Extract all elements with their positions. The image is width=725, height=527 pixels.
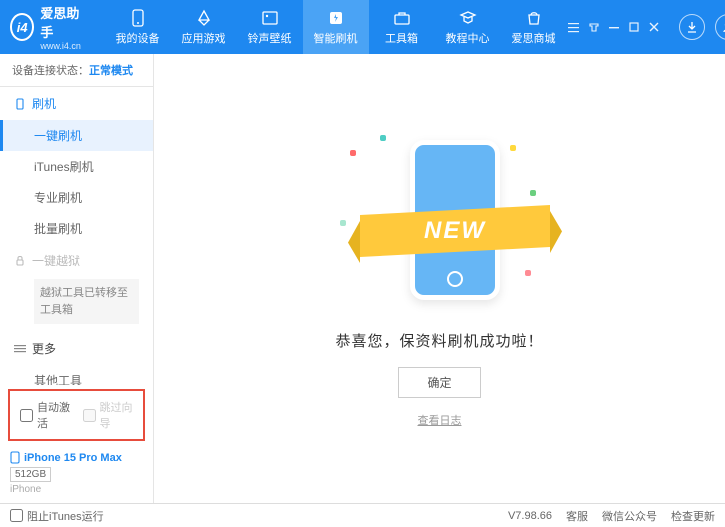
app-logo: i4 爱思助手 www.i4.cn bbox=[10, 3, 85, 51]
checkbox-skip-guide[interactable]: 跳过向导 bbox=[83, 399, 134, 431]
checkbox-auto-activate[interactable]: 自动激活 bbox=[20, 399, 71, 431]
sidebar: 设备连接状态：正常模式 刷机 一键刷机 iTunes刷机 专业刷机 批量刷机 一… bbox=[0, 54, 154, 503]
sidebar-item-batch-flash[interactable]: 批量刷机 bbox=[0, 213, 153, 244]
user-button[interactable] bbox=[715, 14, 725, 40]
app-url: www.i4.cn bbox=[40, 41, 84, 51]
lock-icon bbox=[14, 255, 26, 267]
sidebar-item-oneclick-flash[interactable]: 一键刷机 bbox=[0, 120, 153, 151]
device-icon bbox=[128, 9, 148, 27]
nav-apps[interactable]: 应用游戏 bbox=[171, 0, 237, 54]
nav-ringtones[interactable]: 铃声壁纸 bbox=[237, 0, 303, 54]
menu-icon[interactable] bbox=[567, 20, 581, 34]
close-icon[interactable] bbox=[647, 20, 661, 34]
nav-flash[interactable]: 智能刷机 bbox=[303, 0, 369, 54]
minimize-icon[interactable] bbox=[607, 20, 621, 34]
nav-toolbox[interactable]: 工具箱 bbox=[369, 0, 435, 54]
device-name[interactable]: iPhone 15 Pro Max bbox=[10, 451, 143, 464]
group-flash[interactable]: 刷机 bbox=[0, 87, 153, 120]
support-link[interactable]: 客服 bbox=[566, 508, 588, 524]
jailbreak-note: 越狱工具已转移至工具箱 bbox=[34, 279, 139, 324]
statusbar: 阻止iTunes运行 V7.98.66 客服 微信公众号 检查更新 bbox=[0, 503, 725, 527]
version-text: V7.98.66 bbox=[508, 510, 552, 522]
titlebar: i4 爱思助手 www.i4.cn 我的设备 应用游戏 铃声壁纸 智能刷机 工具… bbox=[0, 0, 725, 54]
tutorial-icon bbox=[458, 9, 478, 27]
sidebar-item-itunes-flash[interactable]: iTunes刷机 bbox=[0, 151, 153, 182]
group-more[interactable]: 更多 bbox=[0, 332, 153, 365]
connection-status: 设备连接状态：正常模式 bbox=[0, 54, 153, 87]
options-highlight-box: 自动激活 跳过向导 bbox=[8, 389, 145, 441]
success-message: 恭喜您，保资料刷机成功啦！ bbox=[335, 330, 543, 351]
apps-icon bbox=[194, 9, 214, 27]
nav-tutorials[interactable]: 教程中心 bbox=[435, 0, 501, 54]
group-jailbreak[interactable]: 一键越狱 bbox=[0, 244, 153, 277]
sidebar-item-other-tools[interactable]: 其他工具 bbox=[0, 365, 153, 385]
skin-icon[interactable] bbox=[587, 20, 601, 34]
download-button[interactable] bbox=[679, 14, 705, 40]
device-storage: 512GB bbox=[10, 467, 51, 482]
view-log-link[interactable]: 查看日志 bbox=[418, 412, 462, 428]
ok-button[interactable]: 确定 bbox=[398, 367, 480, 398]
phone-icon bbox=[14, 98, 26, 110]
nav-store[interactable]: 爱思商城 bbox=[501, 0, 567, 54]
image-icon bbox=[260, 9, 280, 27]
device-type: iPhone bbox=[10, 484, 143, 495]
maximize-icon[interactable] bbox=[627, 20, 641, 34]
sidebar-item-pro-flash[interactable]: 专业刷机 bbox=[0, 182, 153, 213]
checkbox-block-itunes[interactable]: 阻止iTunes运行 bbox=[10, 508, 104, 524]
logo-icon: i4 bbox=[10, 13, 34, 41]
title-right bbox=[567, 14, 725, 40]
app-name: 爱思助手 bbox=[40, 3, 84, 41]
nav-my-device[interactable]: 我的设备 bbox=[105, 0, 171, 54]
store-icon bbox=[524, 9, 544, 27]
ribbon-text: NEW bbox=[424, 217, 486, 245]
wechat-link[interactable]: 微信公众号 bbox=[602, 508, 657, 524]
device-small-icon bbox=[10, 451, 20, 464]
device-info: iPhone 15 Pro Max 512GB iPhone bbox=[0, 445, 153, 503]
main-content: NEW 恭喜您，保资料刷机成功啦！ 确定 查看日志 bbox=[154, 54, 725, 503]
more-icon bbox=[14, 344, 26, 354]
success-illustration: NEW bbox=[330, 130, 550, 320]
top-nav: 我的设备 应用游戏 铃声壁纸 智能刷机 工具箱 教程中心 爱思商城 bbox=[105, 0, 567, 54]
flash-icon bbox=[326, 9, 346, 27]
check-update-link[interactable]: 检查更新 bbox=[671, 508, 715, 524]
toolbox-icon bbox=[392, 9, 412, 27]
